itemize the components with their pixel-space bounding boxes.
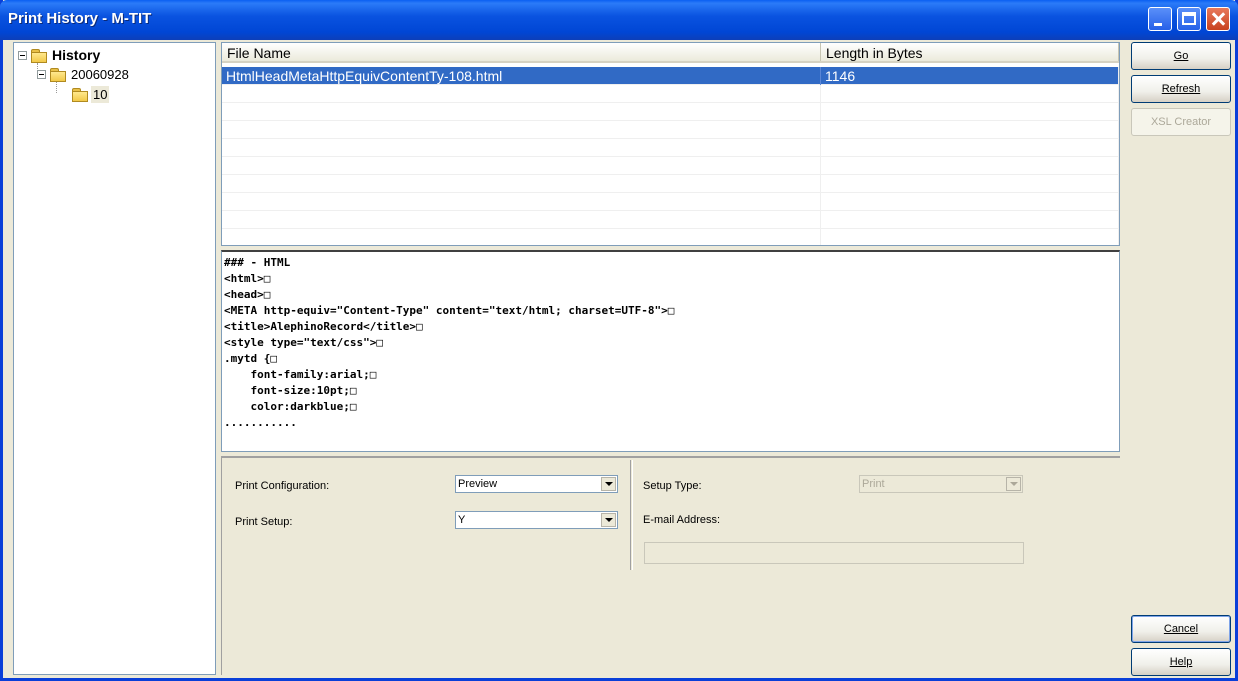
history-tree[interactable]: History 20060928 10 [13, 42, 216, 675]
preview-line: ### - HTML [224, 256, 291, 269]
cancel-button-label: Cancel [1163, 623, 1199, 635]
refresh-button-label: Refresh [1161, 83, 1201, 95]
preview-line: ........... [224, 416, 297, 429]
empty-cell [222, 193, 821, 211]
column-header-length[interactable]: Length in Bytes [821, 43, 1119, 61]
table-row [222, 139, 1119, 157]
print-config-panel: Print Configuration: Preview Print Setup… [221, 456, 1120, 675]
empty-cell [222, 229, 821, 245]
table-row [222, 211, 1119, 229]
folder-open-icon [72, 87, 88, 102]
preview-line: .mytd {□ [224, 352, 277, 365]
email-address-label: E-mail Address: [643, 514, 721, 526]
empty-cell [821, 139, 1119, 157]
tree-node-history[interactable]: History [18, 46, 102, 64]
window-title: Print History - M-TIT [8, 10, 152, 27]
preview-line: <META http-equiv="Content-Type" content=… [224, 304, 675, 317]
empty-cell [821, 157, 1119, 175]
print-configuration-value: Preview [458, 478, 498, 490]
minimize-button[interactable] [1148, 7, 1172, 31]
empty-cell [222, 139, 821, 157]
file-list-header: File Name Length in Bytes [222, 43, 1119, 63]
column-header-file-name[interactable]: File Name [222, 43, 821, 61]
setup-type-label: Setup Type: [643, 480, 702, 492]
maximize-icon [1182, 12, 1196, 25]
tree-node-label: 10 [91, 85, 110, 103]
print-configuration-select[interactable]: Preview [455, 475, 618, 493]
minimize-icon [1154, 23, 1162, 26]
print-setup-value: Y [458, 514, 466, 526]
table-row [222, 193, 1119, 211]
table-row [222, 175, 1119, 193]
go-button[interactable]: Go [1131, 42, 1231, 70]
preview-line: font-family:arial;□ [224, 368, 377, 381]
close-button[interactable] [1206, 7, 1230, 31]
folder-icon [31, 48, 47, 63]
preview-line: color:darkblue;□ [224, 400, 357, 413]
length-cell: 1146 [821, 67, 1119, 85]
table-row [222, 157, 1119, 175]
tree-node-10[interactable]: 10 [72, 85, 110, 103]
xsl-creator-button-label: XSL Creator [1150, 116, 1212, 128]
panel-divider [630, 460, 633, 570]
folder-icon [50, 67, 66, 82]
empty-cell [222, 175, 821, 193]
preview-line: <style type="text/css">□ [224, 336, 383, 349]
preview-line: font-size:10pt;□ [224, 384, 357, 397]
print-history-window: Print History - M-TIT History 20060928 1… [0, 0, 1238, 681]
empty-cell [821, 175, 1119, 193]
close-icon [1207, 8, 1229, 30]
tree-node-label: History [52, 47, 101, 63]
table-row [222, 229, 1119, 245]
empty-cell [821, 211, 1119, 229]
preview-line: <html>□ [224, 272, 271, 285]
chevron-down-icon[interactable] [601, 477, 616, 491]
preview-line: <title>AlephinoRecord</title>□ [224, 320, 423, 333]
go-button-label: Go [1173, 50, 1189, 62]
empty-cell [222, 103, 821, 121]
chevron-down-icon [1006, 477, 1021, 491]
print-setup-select[interactable]: Y [455, 511, 618, 529]
collapse-icon[interactable] [18, 50, 27, 60]
table-row [222, 121, 1119, 139]
empty-cell [821, 229, 1119, 245]
title-bar[interactable]: Print History - M-TIT [0, 0, 1238, 40]
file-list[interactable]: File Name Length in Bytes HtmlHeadMetaHt… [221, 42, 1120, 246]
empty-cell [821, 85, 1119, 103]
empty-cell [222, 211, 821, 229]
email-address-field [644, 542, 1024, 564]
maximize-button[interactable] [1177, 7, 1201, 31]
empty-cell [821, 103, 1119, 121]
refresh-button[interactable]: Refresh [1131, 75, 1231, 103]
preview-line: <head>□ [224, 288, 271, 301]
print-configuration-label: Print Configuration: [235, 480, 330, 492]
table-row[interactable]: HtmlHeadMetaHttpEquivContentTy-108.html … [222, 67, 1119, 85]
file-preview[interactable]: ### - HTML <html>□ <head>□ <META http-eq… [221, 250, 1120, 452]
file-name-cell: HtmlHeadMetaHttpEquivContentTy-108.html [222, 67, 821, 85]
chevron-down-icon[interactable] [601, 513, 616, 527]
empty-cell [222, 121, 821, 139]
empty-cell [821, 193, 1119, 211]
help-button[interactable]: Help [1131, 648, 1231, 676]
setup-type-value: Print [862, 478, 885, 490]
tree-node-20060928[interactable]: 20060928 [37, 65, 131, 83]
setup-type-select: Print [859, 475, 1023, 493]
xsl-creator-button: XSL Creator [1131, 108, 1231, 136]
table-row [222, 85, 1119, 103]
tree-node-label: 20060928 [71, 66, 129, 82]
help-button-label: Help [1169, 656, 1193, 668]
empty-cell [222, 85, 821, 103]
cancel-button[interactable]: Cancel [1131, 615, 1231, 643]
empty-cell [222, 157, 821, 175]
empty-cell [821, 121, 1119, 139]
table-row [222, 103, 1119, 121]
print-setup-label: Print Setup: [235, 516, 293, 528]
collapse-icon[interactable] [37, 69, 46, 79]
